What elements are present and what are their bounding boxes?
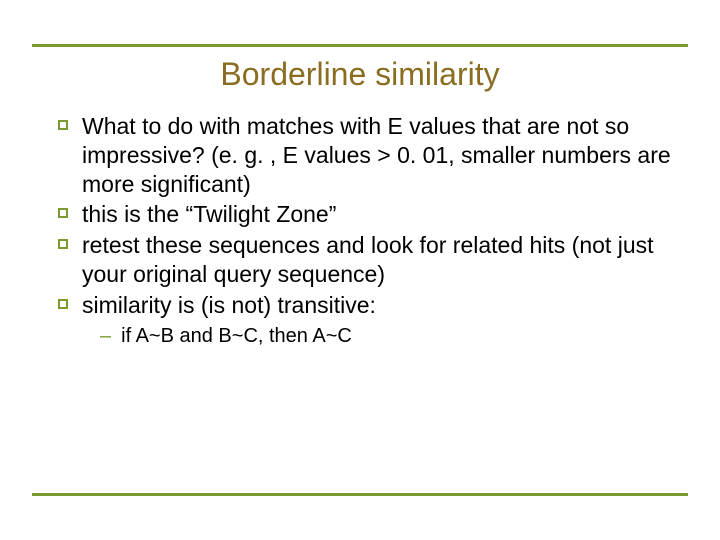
bullet-text: this is the “Twilight Zone” bbox=[82, 200, 336, 229]
dash-bullet-icon: – bbox=[100, 323, 111, 349]
slide-body: What to do with matches with E values th… bbox=[58, 112, 672, 349]
bullet-text: What to do with matches with E values th… bbox=[82, 112, 672, 198]
bullet-text: similarity is (is not) transitive: bbox=[82, 291, 376, 320]
sub-bullet-item: – if A~B and B~C, then A~C bbox=[100, 323, 672, 349]
bullet-item: What to do with matches with E values th… bbox=[58, 112, 672, 198]
square-bullet-icon bbox=[58, 208, 68, 218]
square-bullet-icon bbox=[58, 299, 68, 309]
slide-title: Borderline similarity bbox=[0, 56, 720, 93]
bullet-item: this is the “Twilight Zone” bbox=[58, 200, 672, 229]
bullet-text: retest these sequences and look for rela… bbox=[82, 231, 672, 289]
square-bullet-icon bbox=[58, 239, 68, 249]
square-bullet-icon bbox=[58, 120, 68, 130]
bullet-item: similarity is (is not) transitive: bbox=[58, 291, 672, 320]
sub-bullet-text: if A~B and B~C, then A~C bbox=[121, 323, 352, 349]
bottom-rule bbox=[32, 493, 688, 496]
slide: Borderline similarity What to do with ma… bbox=[0, 0, 720, 540]
bullet-item: retest these sequences and look for rela… bbox=[58, 231, 672, 289]
top-rule bbox=[32, 44, 688, 47]
